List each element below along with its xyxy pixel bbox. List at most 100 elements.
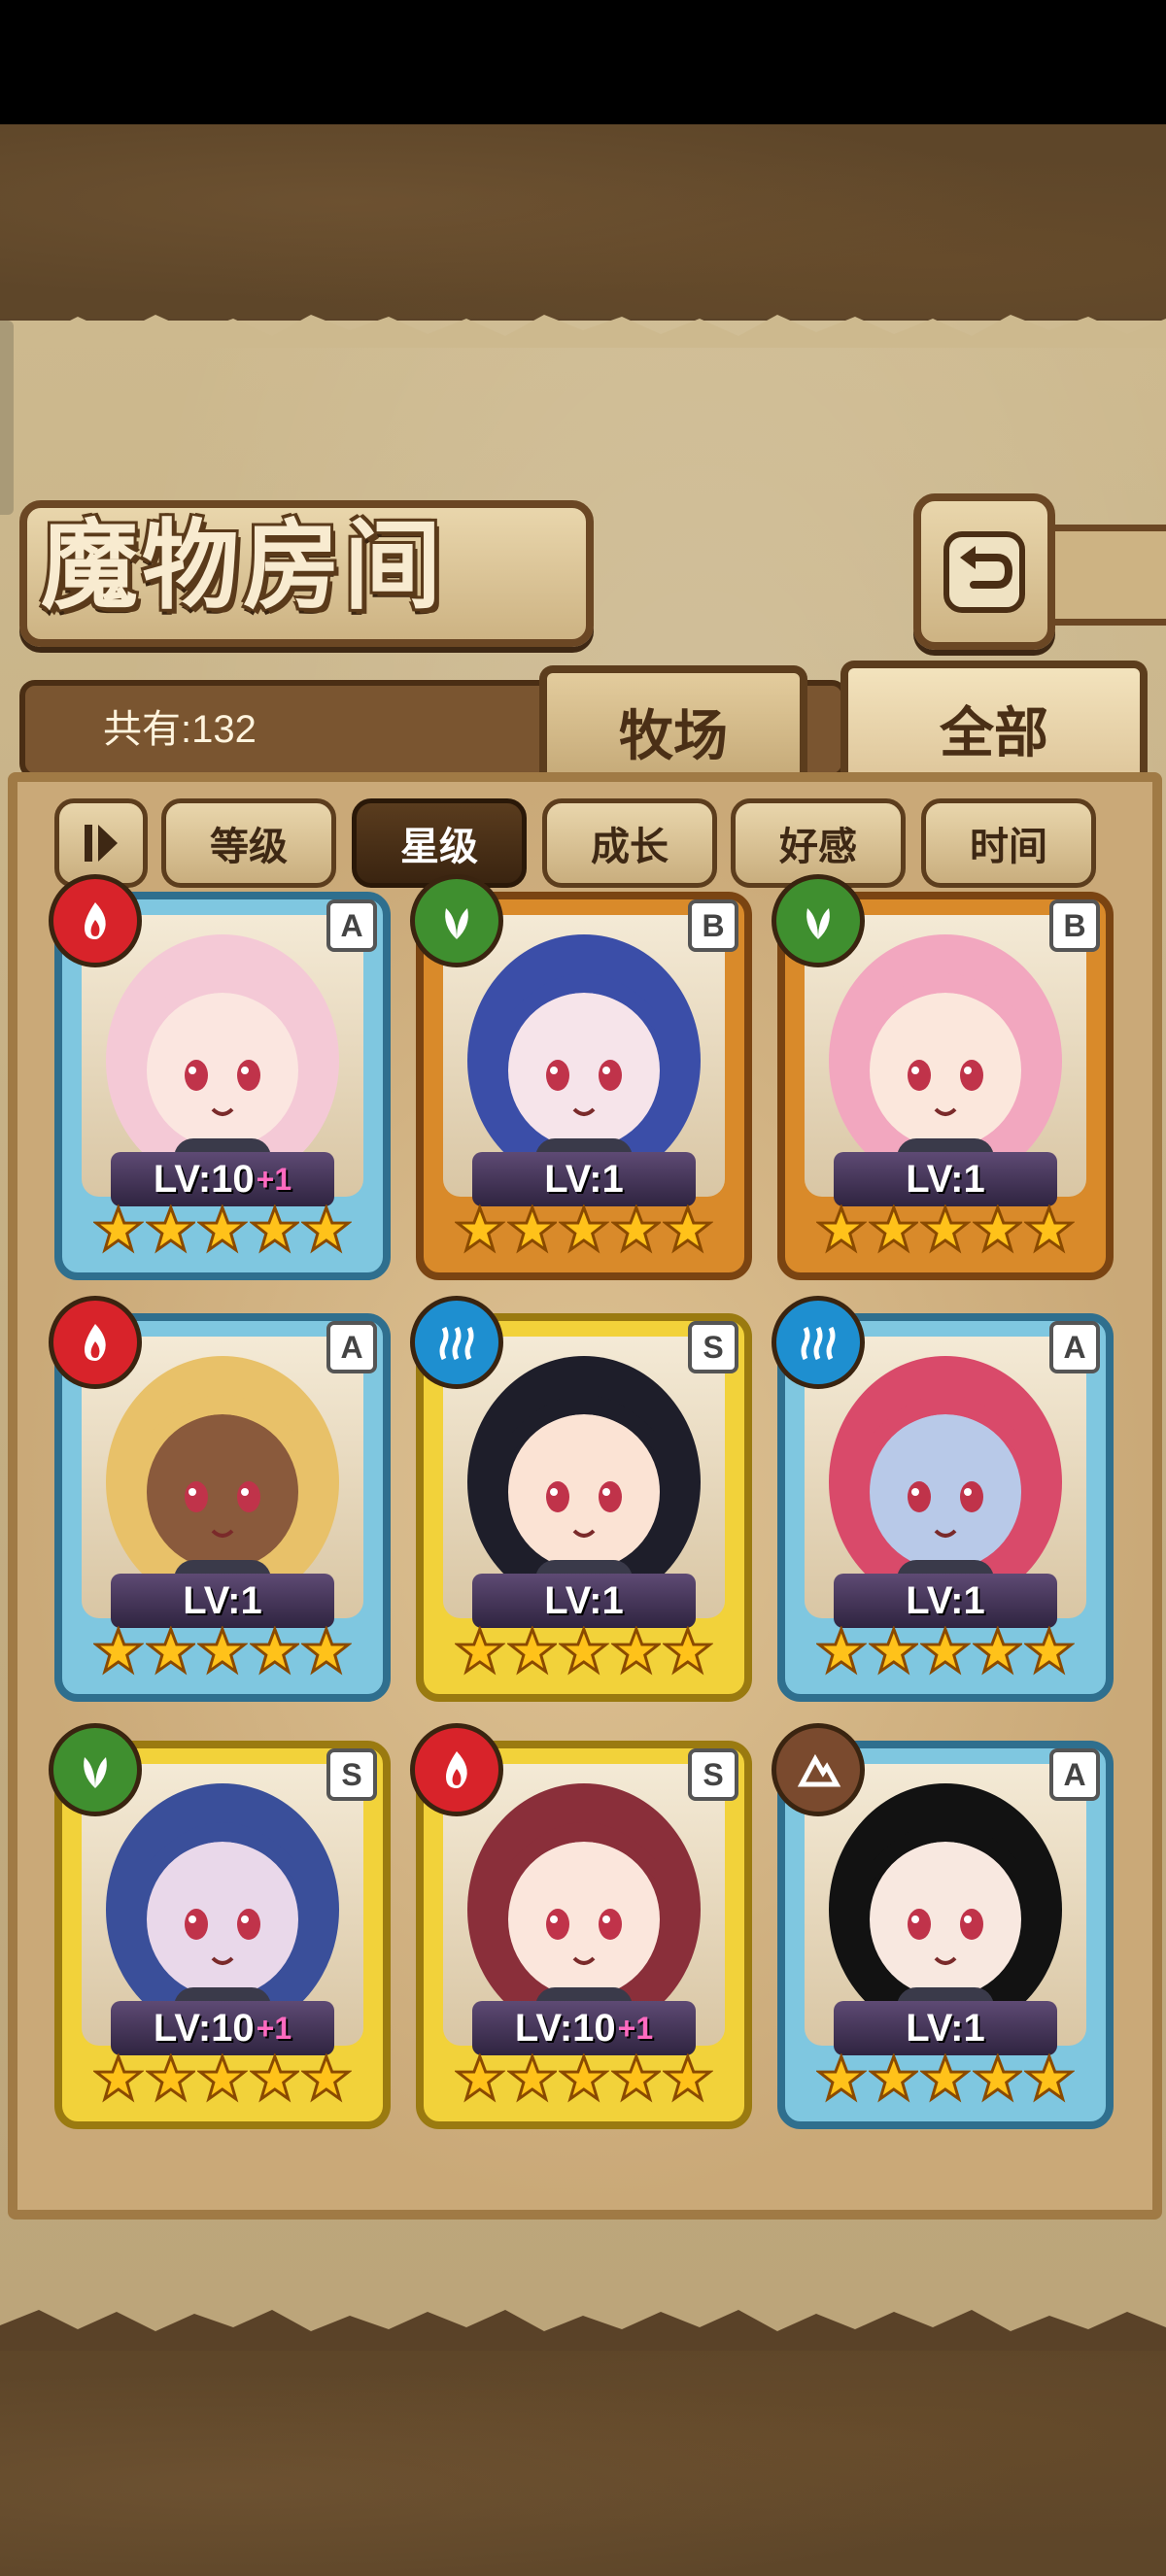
monster-card[interactable]: LV:1 B bbox=[772, 874, 1114, 1280]
rank-badge: A bbox=[326, 899, 377, 952]
star-icon bbox=[301, 1626, 352, 1676]
sort-button-level[interactable]: 等级 bbox=[161, 798, 336, 888]
rank-badge: S bbox=[326, 1748, 377, 1801]
sort-direction-icon bbox=[85, 825, 118, 862]
level-label: LV:10 bbox=[153, 1157, 255, 1201]
monster-card[interactable]: LV:10 +1 S bbox=[49, 1723, 391, 2129]
level-label: LV:10 bbox=[514, 2006, 616, 2050]
star-icon bbox=[920, 1626, 971, 1676]
star-icon bbox=[663, 2053, 713, 2103]
level-plate: LV:1 bbox=[111, 1574, 334, 1628]
earth-element-icon bbox=[772, 1723, 865, 1816]
fire-element-icon bbox=[49, 1296, 142, 1389]
sort-button-stars[interactable]: 星级 bbox=[352, 798, 527, 888]
star-icon bbox=[455, 1626, 505, 1676]
level-bonus-label: +1 bbox=[617, 2010, 654, 2046]
monster-card[interactable]: LV:10 +1 A bbox=[49, 874, 391, 1280]
level-label: LV:1 bbox=[183, 1578, 262, 1622]
star-rating bbox=[816, 2053, 1075, 2114]
star-icon bbox=[301, 2053, 352, 2103]
page-title: 魔物房间 bbox=[41, 508, 445, 623]
sort-button-growth[interactable]: 成长 bbox=[542, 798, 717, 888]
level-plate: LV:10 +1 bbox=[111, 2001, 334, 2055]
level-plate: LV:1 bbox=[472, 1152, 696, 1206]
star-icon bbox=[816, 1204, 867, 1254]
rank-badge: A bbox=[326, 1321, 377, 1373]
star-icon bbox=[868, 1626, 919, 1676]
star-rating bbox=[455, 1626, 713, 1686]
star-rating bbox=[93, 2053, 352, 2114]
monster-card[interactable]: LV:1 B bbox=[410, 874, 752, 1280]
star-icon bbox=[145, 1626, 196, 1676]
rank-badge: B bbox=[688, 899, 738, 952]
tab-all[interactable]: 全部 bbox=[840, 661, 1148, 790]
star-rating bbox=[816, 1204, 1075, 1265]
star-rating bbox=[455, 1204, 713, 1265]
map-background-top bbox=[0, 124, 1166, 319]
star-icon bbox=[197, 1626, 248, 1676]
monster-card[interactable]: LV:1 S bbox=[410, 1296, 752, 1702]
star-rating bbox=[93, 1626, 352, 1686]
star-icon bbox=[197, 1204, 248, 1254]
level-plate: LV:1 bbox=[834, 1574, 1057, 1628]
star-rating bbox=[455, 2053, 713, 2114]
star-icon bbox=[610, 1204, 662, 1254]
star-icon bbox=[455, 1204, 505, 1254]
star-icon bbox=[816, 2053, 867, 2103]
star-icon bbox=[93, 2053, 144, 2103]
rank-badge: S bbox=[688, 1748, 738, 1801]
panel-torn-edge-bottom bbox=[0, 2298, 1166, 2331]
level-label: LV:1 bbox=[906, 1157, 985, 1201]
monster-card[interactable]: LV:10 +1 S bbox=[410, 1723, 752, 2129]
nature-element-icon bbox=[410, 874, 503, 967]
side-pull-tab[interactable] bbox=[0, 321, 14, 515]
star-icon bbox=[972, 1626, 1023, 1676]
star-icon bbox=[249, 1626, 300, 1676]
star-icon bbox=[868, 2053, 919, 2103]
level-label: LV:1 bbox=[544, 1157, 624, 1201]
star-icon bbox=[301, 1204, 352, 1254]
rank-badge: S bbox=[688, 1321, 738, 1373]
star-icon bbox=[249, 1204, 300, 1254]
star-icon bbox=[506, 2053, 558, 2103]
level-bonus-label: +1 bbox=[256, 2010, 292, 2046]
star-icon bbox=[559, 1204, 609, 1254]
star-icon bbox=[559, 1626, 609, 1676]
nature-element-icon bbox=[772, 874, 865, 967]
monster-card[interactable]: LV:1 A bbox=[49, 1296, 391, 1702]
level-label: LV:1 bbox=[544, 1578, 624, 1622]
star-icon bbox=[920, 2053, 971, 2103]
monster-card[interactable]: LV:1 A bbox=[772, 1296, 1114, 1702]
star-icon bbox=[972, 2053, 1023, 2103]
level-bonus-label: +1 bbox=[256, 1161, 292, 1197]
level-plate: LV:10 +1 bbox=[472, 2001, 696, 2055]
star-icon bbox=[145, 2053, 196, 2103]
level-label: LV:1 bbox=[906, 2006, 985, 2050]
star-icon bbox=[506, 1626, 558, 1676]
rank-badge: B bbox=[1049, 899, 1100, 952]
star-icon bbox=[972, 1204, 1023, 1254]
star-icon bbox=[610, 1626, 662, 1676]
star-icon bbox=[197, 2053, 248, 2103]
star-icon bbox=[663, 1204, 713, 1254]
star-icon bbox=[816, 1626, 867, 1676]
sort-button-time[interactable]: 时间 bbox=[921, 798, 1096, 888]
level-label: LV:10 bbox=[153, 2006, 255, 2050]
star-rating bbox=[816, 1626, 1075, 1686]
level-plate: LV:10 +1 bbox=[111, 1152, 334, 1206]
level-plate: LV:1 bbox=[472, 1574, 696, 1628]
rank-badge: A bbox=[1049, 1748, 1100, 1801]
star-icon bbox=[663, 1626, 713, 1676]
star-icon bbox=[868, 1204, 919, 1254]
level-plate: LV:1 bbox=[834, 1152, 1057, 1206]
return-arrow-icon bbox=[943, 530, 1025, 613]
star-icon bbox=[93, 1626, 144, 1676]
back-button[interactable] bbox=[913, 493, 1055, 650]
fire-element-icon bbox=[410, 1723, 503, 1816]
water-element-icon bbox=[772, 1296, 865, 1389]
star-icon bbox=[1024, 2053, 1075, 2103]
tab-farm[interactable]: 牧场 bbox=[539, 665, 807, 790]
level-plate: LV:1 bbox=[834, 2001, 1057, 2055]
status-bar bbox=[0, 0, 1166, 124]
monster-card[interactable]: LV:1 A bbox=[772, 1723, 1114, 2129]
